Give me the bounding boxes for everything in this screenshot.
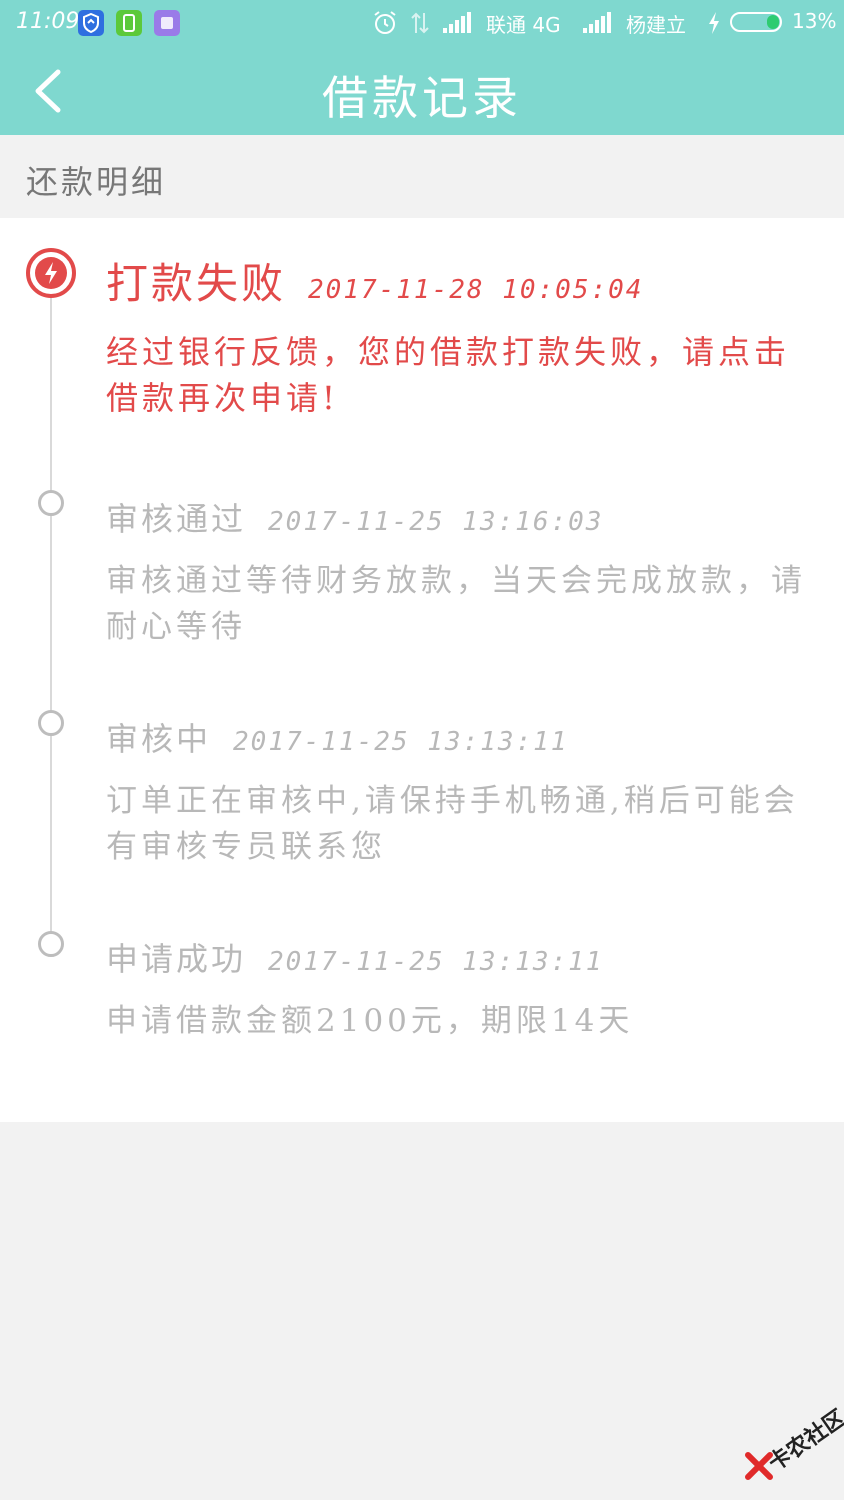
timeline-event: 申请成功 2017-11-25 13:13:11 申请借款金额2100元，期限14…: [106, 934, 818, 1044]
event-description: 审核通过等待财务放款，当天会完成放款，请耐心等待: [106, 563, 806, 645]
phone-app-icon: [116, 10, 142, 36]
event-status: 审核中: [106, 720, 212, 758]
event-time: 2017-11-25 13:13:11: [233, 727, 569, 757]
timeline-node-failed: [26, 248, 76, 298]
carrier-secondary: 杨建立: [626, 13, 686, 37]
event-time: 2017-11-28 10:05:04: [308, 275, 644, 305]
battery-icon: [730, 12, 782, 32]
charging-icon: [706, 11, 722, 39]
event-status: 申请成功: [106, 940, 247, 978]
event-description: 订单正在审核中,请保持手机畅通,稍后可能会有审核专员联系您: [106, 783, 799, 865]
timeline-node: [38, 931, 64, 957]
repayment-detail-label: 还款明细: [26, 163, 167, 201]
event-time: 2017-11-25 13:13:11: [268, 947, 604, 977]
shield-icon: [78, 10, 104, 36]
logo-x-icon: [745, 1452, 773, 1480]
nav-bar: 借款记录: [0, 46, 844, 135]
timeline-line: [50, 273, 52, 953]
page-title: 借款记录: [322, 71, 522, 125]
event-time: 2017-11-25 13:16:03: [268, 507, 604, 537]
purple-app-icon: [154, 10, 180, 36]
signal-icon: [582, 12, 612, 34]
status-time: 11:09: [16, 9, 80, 34]
timeline-event: 审核通过 2017-11-25 13:16:03 审核通过等待财务放款，当天会完成…: [106, 494, 818, 650]
loan-timeline: 打款失败 2017-11-28 10:05:04 经过银行反馈，您的借款打款失败，…: [0, 218, 844, 1122]
carrier-primary: 联通 4G: [486, 13, 561, 37]
timeline-event: 审核中 2017-11-25 13:13:11 订单正在审核中,请保持手机畅通,稍…: [106, 714, 818, 870]
alarm-icon: [372, 10, 398, 40]
data-arrows-icon: [410, 11, 430, 39]
event-description: 申请借款金额2100元，期限14天: [106, 1003, 634, 1039]
timeline-event: 打款失败 2017-11-28 10:05:04 经过银行反馈，您的借款打款失败，…: [106, 250, 818, 421]
timeline-node: [38, 490, 64, 516]
watermark-logo: 卡农社区: [740, 1405, 844, 1495]
lightning-icon: [35, 257, 67, 289]
event-status: 审核通过: [106, 500, 247, 538]
timeline-node: [38, 710, 64, 736]
section-header: 还款明细: [0, 135, 844, 217]
battery-percent: 13%: [792, 9, 837, 33]
status-bar: 11:09 联通 4G 杨建立 13%: [0, 0, 844, 46]
event-description[interactable]: 经过银行反馈，您的借款打款失败，请点击借款再次申请!: [106, 329, 818, 421]
event-status: 打款失败: [106, 259, 287, 308]
signal-icon: [442, 12, 472, 34]
